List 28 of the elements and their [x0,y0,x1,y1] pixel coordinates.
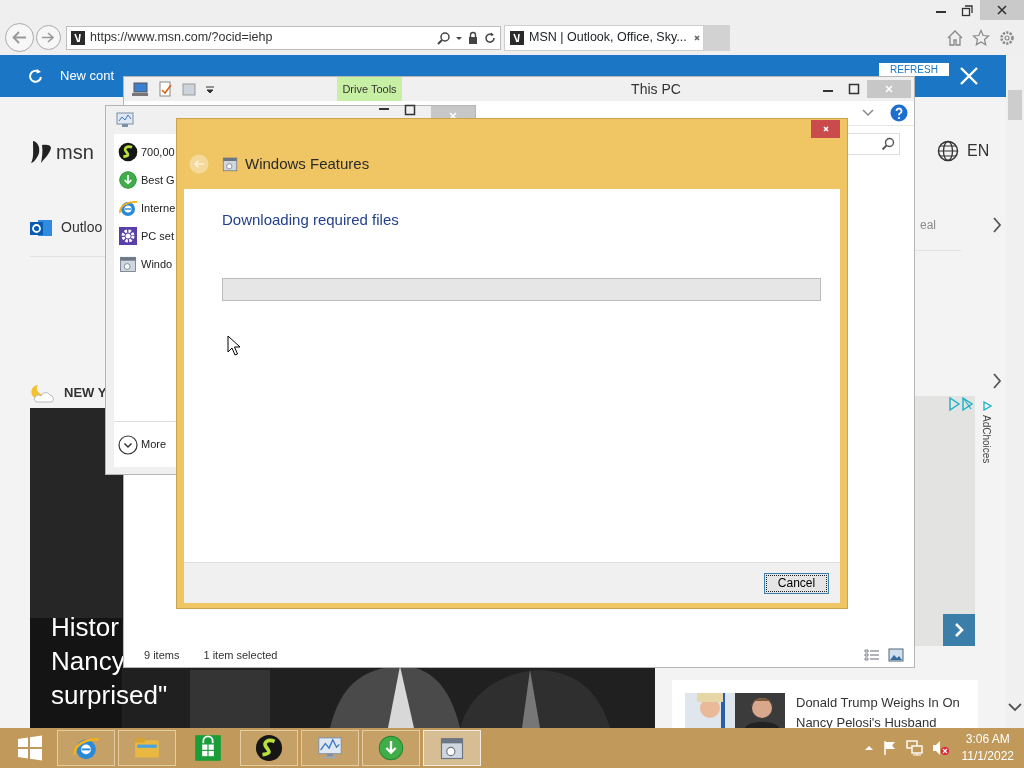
headline-text[interactable]: surprised" [51,678,168,712]
window-title: This PC [630,79,682,99]
weather-location[interactable]: NEW Y [64,383,107,403]
more-details-link[interactable]: More [141,436,167,453]
notification-text: New cont [60,67,115,86]
refresh-button[interactable]: REFRESH [879,63,949,76]
dialog-heading: Downloading required files [222,210,400,230]
faded-text: eal [920,217,936,234]
headline-text[interactable]: Nancy [51,644,125,678]
app-name[interactable]: Interne [141,199,176,217]
story-card[interactable]: Donald Trump Weighs In On Nancy Pelosi's Husband [672,680,978,728]
headline-text[interactable]: Histor [51,610,119,644]
status-text: 1 item selected [203,647,278,663]
msn-logo-text: msn [56,140,94,165]
app-name[interactable]: Best G [141,171,175,189]
app-name[interactable]: PC set [141,227,174,245]
app-name[interactable]: Windo [141,255,173,273]
browser-tab[interactable]: MSN | Outlook, Office, Sky... [504,24,704,51]
drive-tools-tab[interactable]: Drive Tools [337,77,402,101]
app-name[interactable]: 700,00 [141,143,175,161]
dialog-title: Windows Features [245,153,370,174]
language-label[interactable]: EN [967,139,990,163]
cancel-button[interactable]: Cancel [764,572,829,594]
story-title[interactable]: Donald Trump Weighs In On Nancy Pelosi's Husband [796,693,978,728]
ad-choices-link[interactable]: AdChoices [979,415,994,464]
outlook-link[interactable]: Outloo [61,217,103,238]
address-field[interactable]: https://www.msn.com/?ocid=iehp [66,25,501,50]
status-text: 9 items [144,647,180,663]
